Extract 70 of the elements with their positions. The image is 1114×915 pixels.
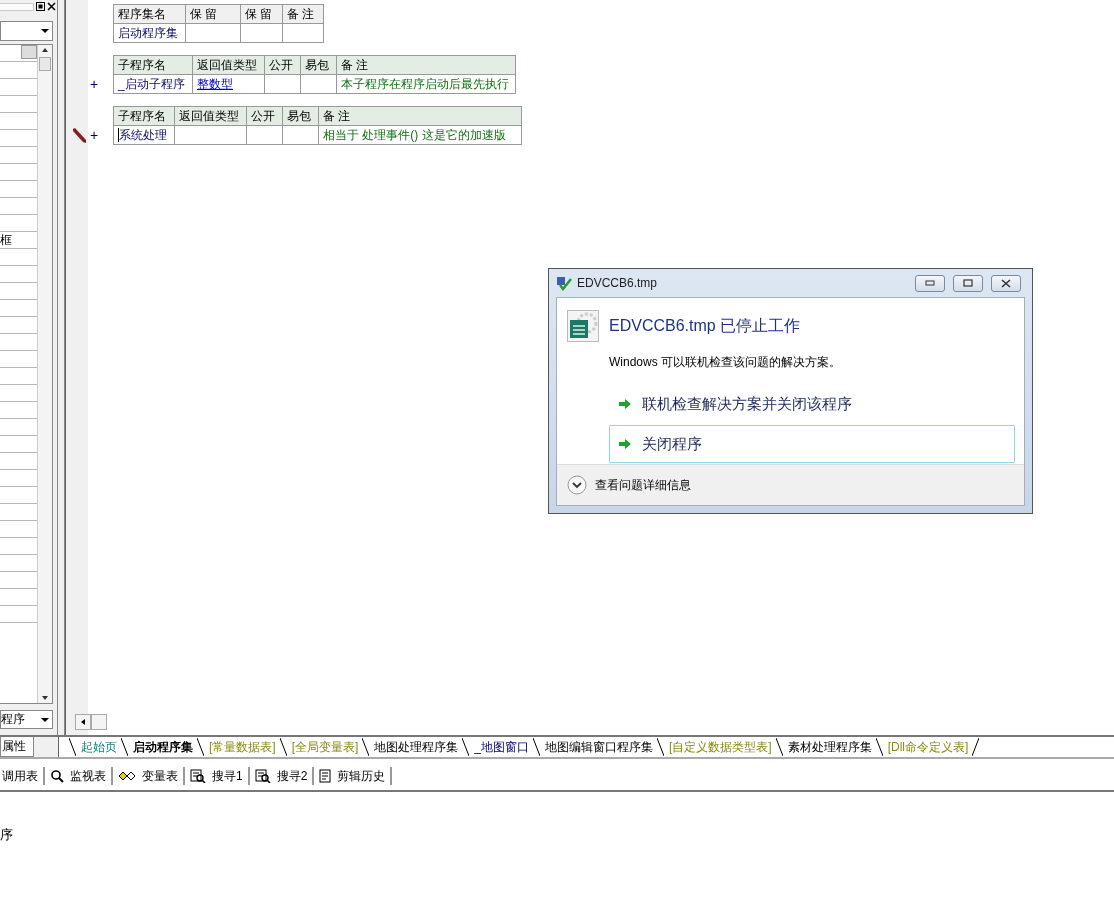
glasses-icon [118,770,136,782]
tab-separator [121,737,128,757]
expand-icon[interactable] [567,475,587,495]
find-icon [254,769,271,783]
name-cell: 启动程序集 [118,25,178,40]
column-header: 备 注 [318,106,522,126]
column-header: 程序集名 [113,4,186,24]
column-header: 子程序名 [113,106,175,126]
column-header: 备 注 [282,4,324,24]
column-header: 返回值类型 [192,55,265,75]
column-header: 易包 [282,106,319,126]
app-icon [556,275,572,291]
column-header: 保 留 [240,4,283,24]
toolbar-button[interactable]: 监视表 [45,767,113,785]
close-icon[interactable] [47,2,56,11]
name-cell: _启动子程序 [118,76,185,91]
maximize-button[interactable] [953,274,983,292]
arrow-icon [618,438,632,450]
tab-separator [972,737,980,757]
search-icon [50,769,64,783]
program-dropdown[interactable]: 程序 [0,710,53,729]
program-icon [567,310,599,342]
panel-tab[interactable]: 属性 [0,737,34,757]
column-header: 备 注 [336,55,516,75]
window-title: EDVCCB6.tmp [577,276,659,290]
dialog-message: Windows 可以联机检查该问题的解决方案。 [609,354,842,371]
maximize-icon [963,279,973,287]
column-header: 公开 [246,106,283,126]
minimize-icon [925,280,935,286]
comment-cell: 本子程序在程序启动后最先执行 [341,76,509,91]
close-button[interactable] [991,274,1021,292]
toolbar-button[interactable]: 变量表 [113,767,185,785]
tab-separator [775,737,783,757]
column-header: 公开 [264,55,301,75]
command-link[interactable]: 联机检查解决方案并关闭该程序 [609,385,1015,423]
toolbar-button[interactable]: 搜寻1 [185,767,250,785]
tab-separator [197,737,204,757]
tab-separator [533,737,541,757]
column-header: 子程序名 [113,55,193,75]
close-icon [1001,278,1011,288]
details-link[interactable]: 查看问题详细信息 [595,476,691,494]
document-icon [319,769,332,783]
scroll-thumb[interactable] [91,714,107,730]
property-value: 框 [0,233,12,247]
find-icon [190,769,206,783]
column-header: 保 留 [185,4,241,24]
tab-separator [362,737,370,757]
name-cell: 系统处理 [118,127,167,142]
arrow-icon [618,398,632,410]
tab-separator [875,737,883,757]
expand-marker[interactable]: + [88,74,100,94]
expand-marker[interactable]: + [88,125,100,145]
column-header: 易包 [300,55,337,75]
command-link[interactable]: 关闭程序 [609,425,1015,463]
comment-cell: 相当于 处理事件() 这是它的加速版 [323,127,506,142]
column-header: 返回值类型 [174,106,247,126]
tab-separator [462,737,470,757]
toolbar-button[interactable]: 调用表 [0,767,45,785]
scroll-thumb[interactable] [39,57,51,71]
tab-separator [69,737,76,757]
dialog-heading: EDVCCB6.tmp 已停止工作 [609,315,801,336]
restore-icon[interactable] [36,2,45,11]
tab-separator [657,737,665,757]
output-text: 序 [0,827,13,842]
scroll-left-button[interactable] [75,714,91,730]
tab-separator [279,737,287,757]
scroll-left-icon [79,718,87,726]
toolbar-button[interactable]: 搜寻2 [249,767,315,785]
toolbar-button[interactable]: 剪辑历史 [314,767,393,785]
minimize-button[interactable] [915,274,945,292]
